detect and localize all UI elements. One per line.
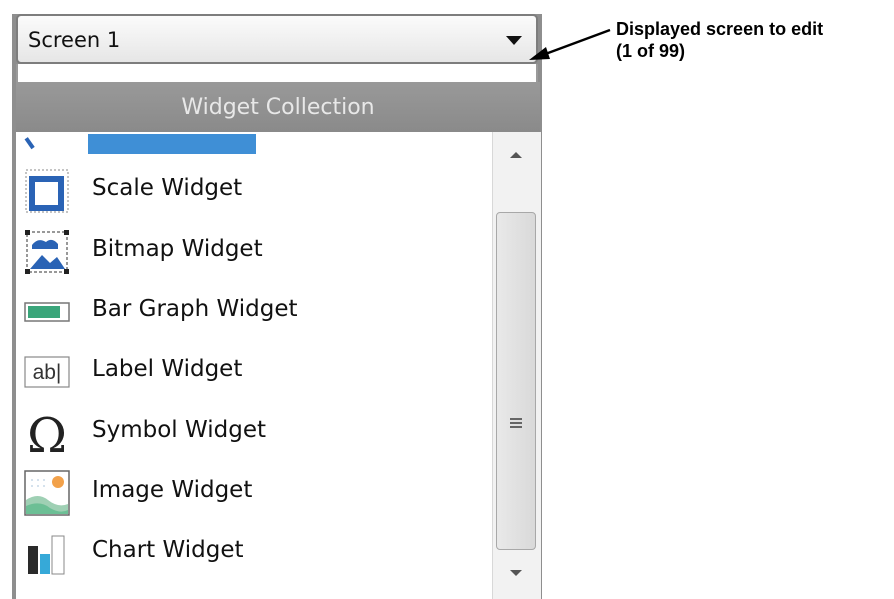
annotation-callout: Displayed screen to edit (1 of 99): [616, 18, 823, 62]
annotation-line-1: Displayed screen to edit: [616, 19, 824, 39]
annotation-arrow: [529, 28, 611, 60]
annotation-line-2: (1 of 99): [616, 41, 686, 61]
